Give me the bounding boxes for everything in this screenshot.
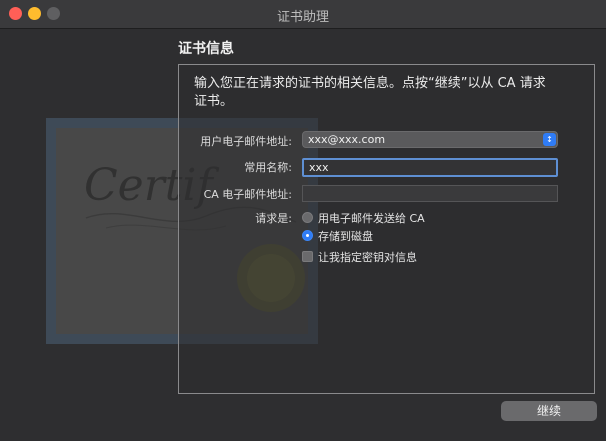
email-label: 用户电子邮件地址: xyxy=(200,135,292,148)
radio-save-disk[interactable] xyxy=(302,230,313,241)
common-name-value: xxx xyxy=(309,161,329,174)
request-label: 请求是: xyxy=(255,212,292,225)
ca-email-field[interactable] xyxy=(302,185,558,202)
intro-line-1: 输入您正在请求的证书的相关信息。点按“继续”以从 CA 请求 xyxy=(194,76,546,91)
common-name-field[interactable]: xxx xyxy=(302,158,558,177)
email-select[interactable]: xxx@xxx.com ↕ xyxy=(302,131,558,148)
intro-line-2: 证书。 xyxy=(194,94,234,109)
chevron-up-down-icon[interactable]: ↕ xyxy=(543,133,556,146)
option-save-disk-label[interactable]: 存储到磁盘 xyxy=(318,228,373,244)
checkbox-specify-keypair[interactable] xyxy=(302,251,313,262)
section-title: 证书信息 xyxy=(178,41,234,57)
ca-email-label: CA 电子邮件地址: xyxy=(203,188,292,201)
radio-email-ca[interactable] xyxy=(302,212,313,223)
title-bar: 证书助理 xyxy=(0,0,606,29)
continue-button[interactable]: 继续 xyxy=(501,401,597,421)
option-email-ca-label[interactable]: 用电子邮件发送给 CA xyxy=(318,210,425,226)
form-panel xyxy=(178,64,595,394)
intro-text: 输入您正在请求的证书的相关信息。点按“继续”以从 CA 请求 证书。 xyxy=(194,75,574,111)
option-specify-keypair-label[interactable]: 让我指定密钥对信息 xyxy=(318,249,417,265)
window-title: 证书助理 xyxy=(276,10,329,25)
email-value: xxx@xxx.com xyxy=(308,133,386,146)
common-name-label: 常用名称: xyxy=(244,161,292,174)
certificate-assistant-window: 证书助理 Certif 证书信息 输入您正在请求的证书的相关信息。点按“继续”以… xyxy=(0,0,606,441)
